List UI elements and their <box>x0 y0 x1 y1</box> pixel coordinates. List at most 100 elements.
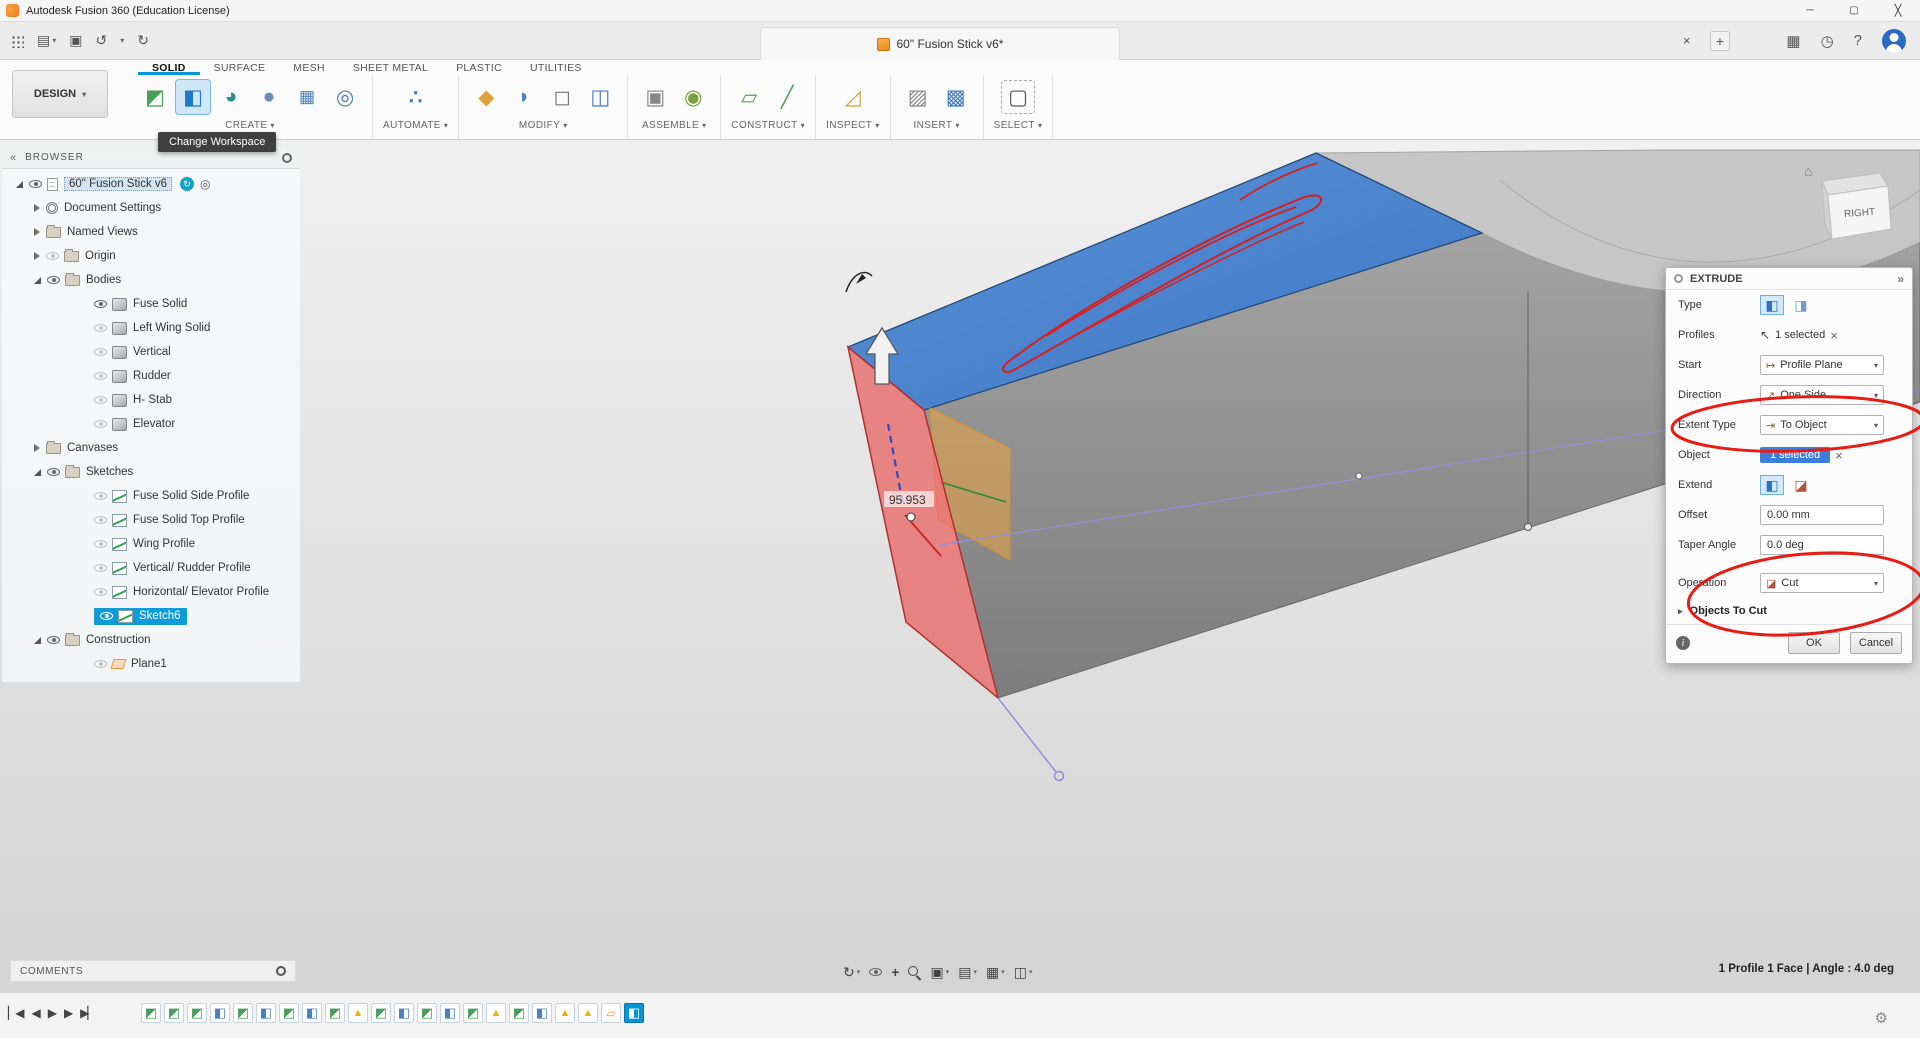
create-group-label[interactable]: CREATE▾ <box>225 120 275 131</box>
browser-row[interactable]: H- Stab <box>2 388 300 412</box>
viewcube-home-icon[interactable]: ⌂ <box>1804 163 1812 179</box>
visibility-eye-icon[interactable] <box>100 612 113 620</box>
browser-row[interactable]: Construction <box>2 628 300 652</box>
browser-row[interactable]: Vertical <box>2 340 300 364</box>
visibility-eye-icon[interactable] <box>47 468 60 476</box>
document-tab[interactable]: 60" Fusion Stick v6* <box>760 27 1120 60</box>
modify-group-label[interactable]: MODIFY▾ <box>519 120 568 131</box>
sync-status-icon[interactable]: ↻ <box>180 177 194 191</box>
grid-settings-icon[interactable]: ▦▾ <box>986 964 1005 981</box>
joint-icon[interactable]: ◉ <box>676 80 710 114</box>
visibility-eye-icon[interactable] <box>94 324 107 332</box>
extensions-icon[interactable]: ▦ <box>1786 32 1800 50</box>
expand-arrow-icon[interactable] <box>34 252 40 260</box>
timeline-marker[interactable] <box>256 1003 276 1023</box>
offset-plane-icon[interactable]: ▱ <box>732 80 766 114</box>
new-tab-button[interactable]: + <box>1710 31 1730 51</box>
extrude-icon[interactable]: ◧ <box>176 80 210 114</box>
browser-row[interactable]: Fuse Solid <box>2 292 300 316</box>
timeline-marker[interactable] <box>187 1003 207 1023</box>
maximize-button[interactable]: ▢ <box>1832 0 1876 21</box>
dialog-popout-icon[interactable]: » <box>1897 272 1904 286</box>
browser-row[interactable]: Named Views <box>2 220 300 244</box>
ribbon-tab[interactable]: SHEET METAL <box>339 60 442 75</box>
help-icon[interactable]: ? <box>1854 32 1862 49</box>
browser-row[interactable]: Document Settings <box>2 196 300 220</box>
sweep-icon[interactable]: ● <box>252 80 286 114</box>
timeline-marker[interactable] <box>210 1003 230 1023</box>
browser-row[interactable]: Rudder <box>2 364 300 388</box>
browser-row[interactable]: Fuse Solid Top Profile <box>2 508 300 532</box>
timeline-marker[interactable] <box>164 1003 184 1023</box>
browser-row[interactable]: Bodies <box>2 268 300 292</box>
browser-row[interactable]: Origin <box>2 244 300 268</box>
decal-icon[interactable]: ▨ <box>901 80 935 114</box>
timeline-settings-gear-icon[interactable]: ⚙ <box>1875 1009 1888 1027</box>
viewcube[interactable]: ⌂ RIGHT <box>1806 165 1906 253</box>
activate-target-icon[interactable]: ◎ <box>200 177 210 191</box>
object-clear-icon[interactable]: × <box>1835 448 1843 463</box>
revolve-icon[interactable]: ◕ <box>214 80 248 114</box>
expand-arrow-icon[interactable] <box>16 181 23 188</box>
inspect-group-label[interactable]: INSPECT▾ <box>826 120 880 131</box>
object-selected-chip[interactable]: 1 selected <box>1760 447 1830 463</box>
visibility-eye-icon[interactable] <box>94 540 107 548</box>
extent-type-dropdown[interactable]: ⇥ To Object ▾ <box>1760 415 1884 435</box>
browser-row[interactable]: Canvases <box>2 436 300 460</box>
fit-icon[interactable]: ▣▾ <box>930 964 949 981</box>
pan-icon[interactable]: + <box>891 964 899 980</box>
timeline-marker[interactable] <box>141 1003 161 1023</box>
expand-arrow-icon[interactable] <box>34 204 40 212</box>
operation-dropdown[interactable]: ◪ Cut ▾ <box>1760 573 1884 593</box>
app-grid-icon[interactable] <box>10 34 24 48</box>
look-at-icon[interactable] <box>869 968 882 976</box>
profiles-selected-chip[interactable]: 1 selected <box>1775 329 1825 341</box>
objects-to-cut-row[interactable]: ▸ Objects To Cut <box>1666 598 1912 624</box>
construct-group-label[interactable]: CONSTRUCT▾ <box>731 120 805 131</box>
visibility-eye-icon[interactable] <box>94 372 107 380</box>
extrude-dialog-header[interactable]: EXTRUDE » <box>1666 268 1912 290</box>
profiles-clear-icon[interactable]: × <box>1830 328 1838 343</box>
timeline-marker[interactable] <box>417 1003 437 1023</box>
measure-icon[interactable]: ◿ <box>836 80 870 114</box>
timeline-marker[interactable] <box>233 1003 253 1023</box>
extend-adjacent-button[interactable]: ◪ <box>1789 475 1813 495</box>
timeline-marker[interactable] <box>486 1003 506 1023</box>
viewport-layout-icon[interactable]: ◫▾ <box>1014 964 1033 981</box>
visibility-eye-icon[interactable] <box>94 396 107 404</box>
assemble-group-label[interactable]: ASSEMBLE▾ <box>642 120 707 131</box>
browser-row[interactable]: Elevator <box>2 412 300 436</box>
timeline-marker[interactable] <box>624 1003 644 1023</box>
timeline-marker[interactable] <box>371 1003 391 1023</box>
ribbon-tab[interactable]: SOLID <box>138 60 200 75</box>
expand-arrow-icon[interactable] <box>34 637 41 644</box>
orbit-icon[interactable]: ↻▾ <box>843 964 860 981</box>
visibility-eye-icon[interactable] <box>94 420 107 428</box>
undo-button[interactable]: ↺ <box>95 32 107 49</box>
visibility-eye-icon[interactable] <box>47 636 60 644</box>
browser-row[interactable]: Vertical/ Rudder Profile <box>2 556 300 580</box>
comments-bar[interactable]: COMMENTS <box>10 960 296 982</box>
tab-close-icon[interactable]: × <box>1683 33 1691 48</box>
press-pull-icon[interactable]: ◆ <box>469 80 503 114</box>
shell-icon[interactable]: ◻ <box>545 80 579 114</box>
automate-group-label[interactable]: AUTOMATE▾ <box>383 120 448 131</box>
workspace-selector-button[interactable]: DESIGN▾ <box>12 70 108 118</box>
file-menu-button[interactable]: ▤▾ <box>37 32 56 49</box>
ribbon-tab[interactable]: PLASTIC <box>442 60 516 75</box>
browser-collapse-icon[interactable]: « <box>10 152 17 164</box>
construction-axis-icon[interactable]: ╱ <box>770 80 804 114</box>
browser-row[interactable]: Wing Profile <box>2 532 300 556</box>
visibility-eye-icon[interactable] <box>94 564 107 572</box>
step-forward-button[interactable]: ▶ <box>64 1006 71 1020</box>
step-back-button[interactable]: ◀ <box>31 1006 38 1020</box>
expand-arrow-icon[interactable] <box>34 277 41 284</box>
direction-dropdown[interactable]: ↗ One Side ▾ <box>1760 385 1884 405</box>
visibility-eye-icon[interactable] <box>94 300 107 308</box>
timeline-marker[interactable] <box>348 1003 368 1023</box>
redo-button[interactable]: ↻ <box>137 32 149 49</box>
visibility-eye-icon[interactable] <box>94 588 107 596</box>
extend-faces-button[interactable]: ◧ <box>1760 475 1784 495</box>
root-document-label[interactable]: 60" Fusion Stick v6 <box>64 177 172 191</box>
extrude-type-thin-button[interactable]: ◨ <box>1789 295 1813 315</box>
